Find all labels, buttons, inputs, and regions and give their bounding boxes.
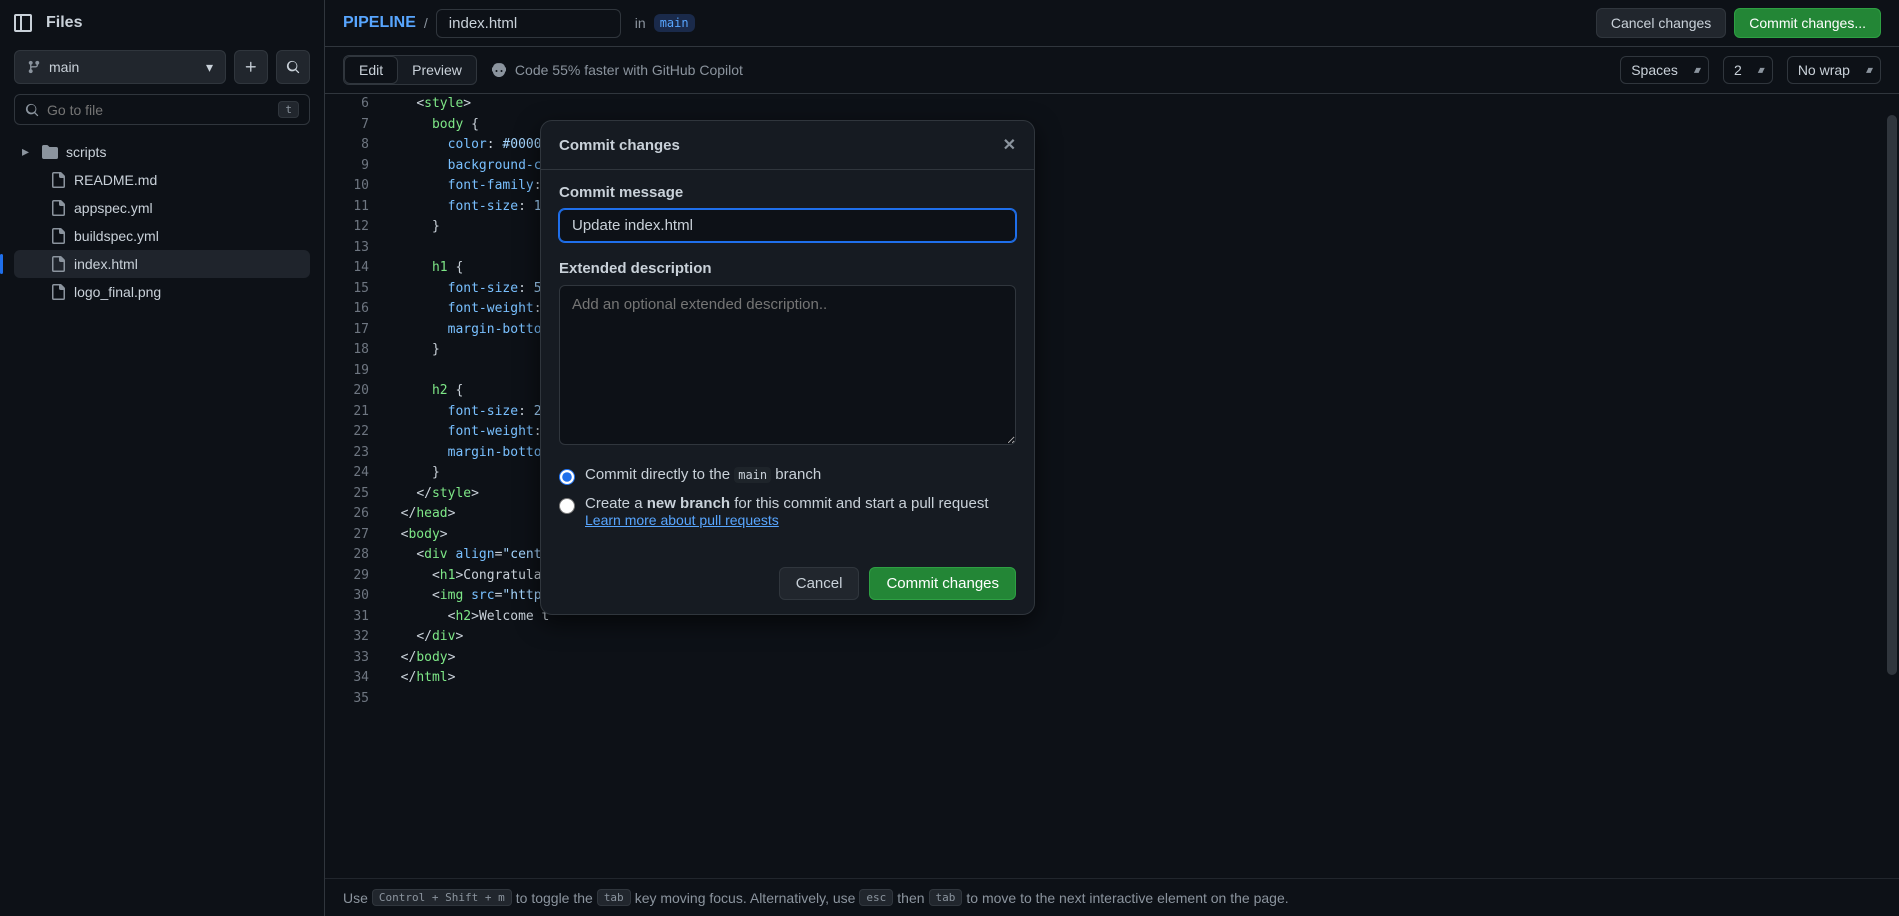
commit-message-label: Commit message <box>559 184 1016 201</box>
modal-commit-button[interactable]: Commit changes <box>869 567 1016 600</box>
modal-cancel-button[interactable]: Cancel <box>779 567 860 600</box>
radio-new-branch-label: Create a new branch for this commit and … <box>585 495 1016 529</box>
extended-desc-label: Extended description <box>559 260 1016 277</box>
commit-modal: Commit changes ✕ Commit message Extended… <box>540 120 1035 615</box>
learn-more-link[interactable]: Learn more about pull requests <box>585 512 779 528</box>
modal-title: Commit changes <box>559 137 680 154</box>
commit-message-input[interactable] <box>559 209 1016 242</box>
modal-backdrop: Commit changes ✕ Commit message Extended… <box>0 0 1899 916</box>
radio-new-branch[interactable] <box>559 498 575 514</box>
radio-commit-direct[interactable] <box>559 469 575 485</box>
radio-commit-direct-label: Commit directly to the main branch <box>585 466 1016 483</box>
extended-desc-input[interactable] <box>559 285 1016 445</box>
close-icon[interactable]: ✕ <box>1003 135 1016 155</box>
